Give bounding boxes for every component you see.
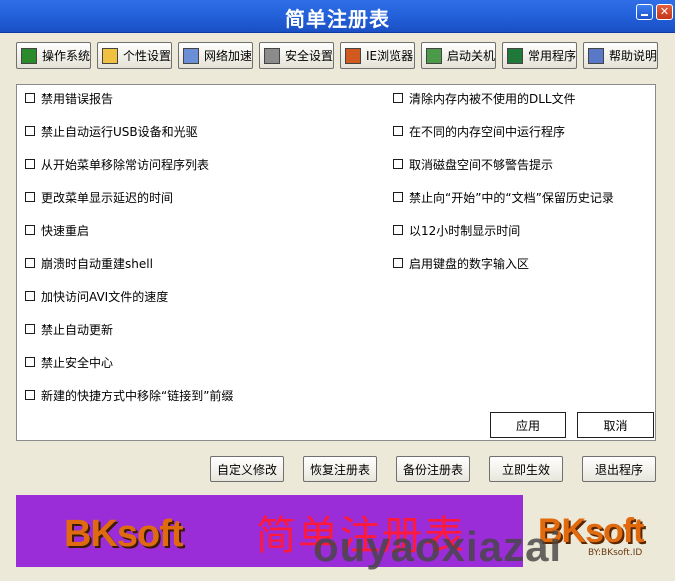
tab-label: 常用程序 — [527, 49, 576, 63]
option-label: 禁用错误报告 — [41, 91, 114, 106]
option-remove-frequent-programs[interactable]: 从开始菜单移除常访问程序列表 — [25, 156, 209, 172]
option-label: 启用键盘的数字输入区 — [409, 256, 530, 271]
folder-icon — [102, 47, 118, 64]
side-logo-subtitle: BY:BKsoft.ID — [588, 548, 643, 558]
checkbox[interactable] — [25, 258, 35, 268]
restore-registry-button[interactable]: 恢复注册表 — [303, 456, 377, 482]
checkbox[interactable] — [393, 159, 403, 169]
custom-modify-button[interactable]: 自定义修改 — [210, 456, 284, 482]
option-separate-memory[interactable]: 在不同的内存空间中运行程序 — [393, 123, 565, 139]
tab-label: IE浏览器 — [366, 49, 414, 63]
option-12-hour-clock[interactable]: 以12小时制显示时间 — [393, 222, 520, 238]
checkbox[interactable] — [25, 159, 35, 169]
apply-button[interactable]: 应用 — [490, 412, 566, 438]
checkbox[interactable] — [25, 324, 35, 334]
option-remove-shortcut-prefix[interactable]: 新建的快捷方式中移除“链接到”前缀 — [25, 387, 233, 403]
checkbox[interactable] — [25, 126, 35, 136]
option-label: 在不同的内存空间中运行程序 — [409, 124, 566, 139]
option-speed-avi[interactable]: 加快访问AVI文件的速度 — [25, 288, 168, 304]
option-enable-numpad[interactable]: 启用键盘的数字输入区 — [393, 255, 529, 271]
tab-os[interactable]: 操作系统 — [16, 42, 91, 69]
checkbox[interactable] — [25, 390, 35, 400]
close-icon: ✕ — [659, 5, 670, 18]
option-menu-delay[interactable]: 更改菜单显示延迟的时间 — [25, 189, 173, 205]
checkbox[interactable] — [393, 126, 403, 136]
option-disable-security-center[interactable]: 禁止安全中心 — [25, 354, 113, 370]
security-icon — [264, 47, 280, 64]
option-label: 新建的快捷方式中移除“链接到”前缀 — [41, 388, 234, 403]
tab-programs[interactable]: 常用程序 — [502, 42, 577, 69]
tab-ie[interactable]: IE浏览器 — [340, 42, 415, 69]
banner-logo: BKsoft — [64, 513, 184, 555]
option-label: 禁止向“开始”中的“文档”保留历史记录 — [409, 190, 614, 205]
option-label: 从开始菜单移除常访问程序列表 — [41, 157, 210, 172]
tab-startup[interactable]: 启动关机 — [421, 42, 496, 69]
browser-icon — [345, 47, 361, 64]
option-rebuild-shell[interactable]: 崩溃时自动重建shell — [25, 255, 153, 271]
close-button[interactable]: ✕ — [656, 4, 673, 20]
network-icon — [183, 47, 199, 64]
exit-program-button[interactable]: 退出程序 — [582, 456, 656, 482]
checkbox[interactable] — [25, 291, 35, 301]
option-label: 清除内存内被不使用的DLL文件 — [409, 91, 576, 106]
tab-label: 操作系统 — [41, 49, 90, 63]
cancel-button[interactable]: 取消 — [577, 412, 654, 438]
apply-now-button[interactable]: 立即生效 — [489, 456, 563, 482]
option-label: 禁止安全中心 — [41, 355, 114, 370]
checkbox[interactable] — [393, 258, 403, 268]
option-label: 取消磁盘空间不够警告提示 — [409, 157, 554, 172]
watermark: ouyaoxiazai — [313, 523, 563, 570]
tab-label: 启动关机 — [446, 49, 495, 63]
option-disable-error-report[interactable]: 禁用错误报告 — [25, 90, 113, 106]
startup-icon — [426, 47, 442, 64]
os-icon — [21, 47, 37, 64]
tab-network[interactable]: 网络加速 — [178, 42, 253, 69]
option-fast-restart[interactable]: 快速重启 — [25, 222, 89, 238]
option-label: 以12小时制显示时间 — [409, 223, 521, 238]
option-label: 加快访问AVI文件的速度 — [41, 289, 169, 304]
option-label: 更改菜单显示延迟的时间 — [41, 190, 174, 205]
tab-label: 网络加速 — [203, 49, 252, 63]
options-panel: 禁用错误报告 禁止自动运行USB设备和光驱 从开始菜单移除常访问程序列表 更改菜… — [16, 84, 656, 441]
tab-label: 个性设置 — [122, 49, 171, 63]
help-icon — [588, 47, 604, 64]
tab-help[interactable]: 帮助说明 — [583, 42, 658, 69]
checkbox[interactable] — [393, 225, 403, 235]
checkbox[interactable] — [25, 225, 35, 235]
checkbox[interactable] — [393, 192, 403, 202]
option-label: 快速重启 — [41, 223, 90, 238]
title-bar[interactable]: 简单注册表 ✕ — [0, 0, 675, 33]
backup-registry-button[interactable]: 备份注册表 — [396, 456, 470, 482]
tab-personalize[interactable]: 个性设置 — [97, 42, 172, 69]
option-disable-disk-warning[interactable]: 取消磁盘空间不够警告提示 — [393, 156, 553, 172]
option-disable-auto-update[interactable]: 禁止自动更新 — [25, 321, 113, 337]
tab-label: 安全设置 — [284, 49, 333, 63]
option-label: 禁止自动更新 — [41, 322, 114, 337]
option-label: 禁止自动运行USB设备和光驱 — [41, 124, 198, 139]
minimize-button[interactable] — [636, 4, 653, 20]
checkbox[interactable] — [25, 192, 35, 202]
window-title: 简单注册表 — [285, 7, 390, 31]
option-clear-unused-dll[interactable]: 清除内存内被不使用的DLL文件 — [393, 90, 576, 106]
option-label: 崩溃时自动重建shell — [41, 256, 153, 271]
option-disable-autorun[interactable]: 禁止自动运行USB设备和光驱 — [25, 123, 198, 139]
checkbox[interactable] — [393, 93, 403, 103]
option-disable-doc-history[interactable]: 禁止向“开始”中的“文档”保留历史记录 — [393, 189, 614, 205]
minimize-icon — [641, 14, 648, 16]
program-icon — [507, 47, 523, 64]
tab-label: 帮助说明 — [608, 49, 657, 63]
tab-security[interactable]: 安全设置 — [259, 42, 334, 69]
category-toolbar: 操作系统 个性设置 网络加速 安全设置 IE浏览器 启动关机 常用程序 帮助说明 — [16, 42, 658, 70]
checkbox[interactable] — [25, 93, 35, 103]
checkbox[interactable] — [25, 357, 35, 367]
